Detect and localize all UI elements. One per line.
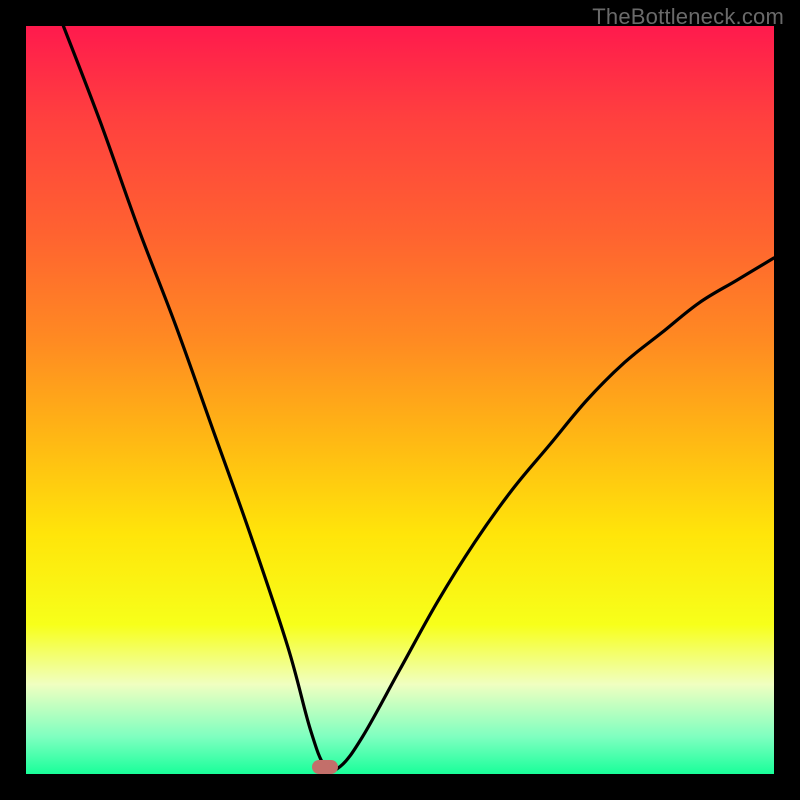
optimal-point-marker	[312, 760, 338, 774]
bottleneck-curve-path	[63, 26, 774, 771]
chart-frame: TheBottleneck.com	[0, 0, 800, 800]
curve-svg	[26, 26, 774, 774]
plot-area	[26, 26, 774, 774]
